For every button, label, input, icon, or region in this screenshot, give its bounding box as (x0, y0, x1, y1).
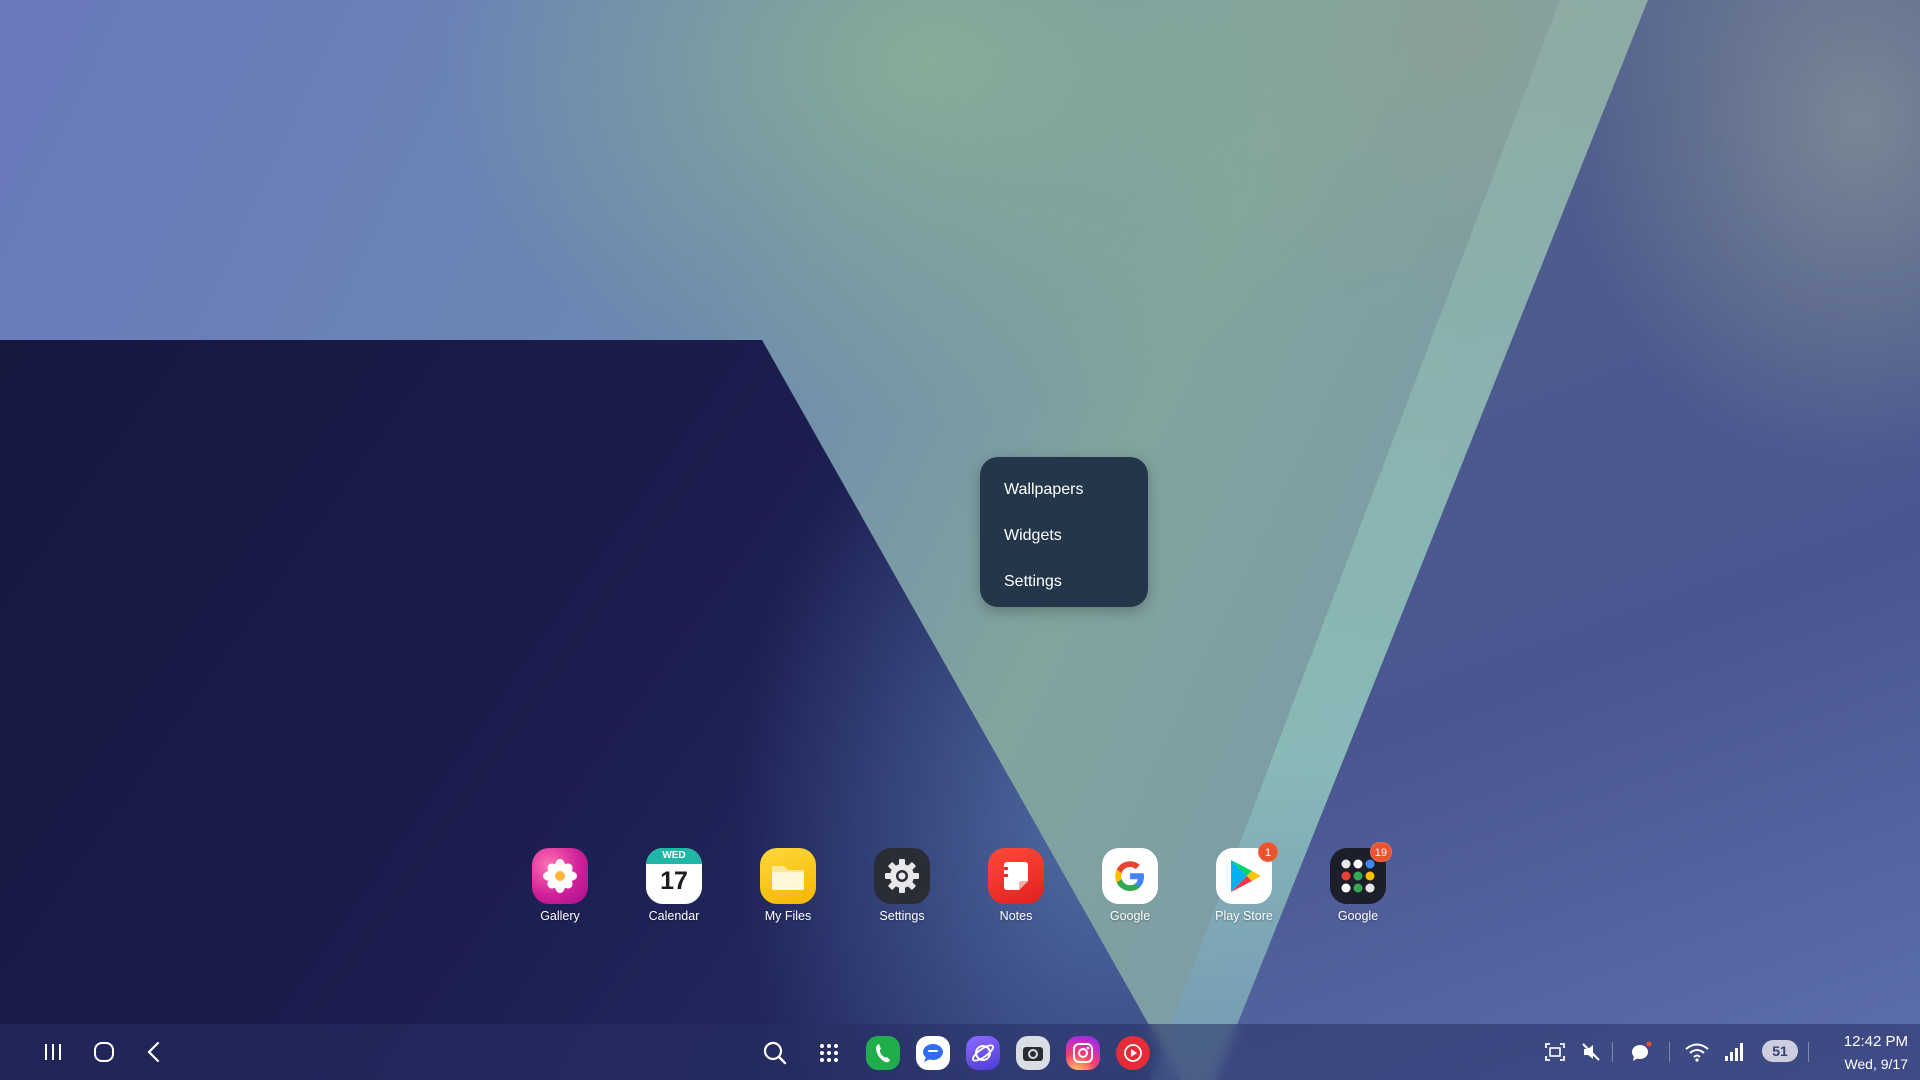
app-label: Play Store (1215, 909, 1273, 923)
recents-button[interactable] (37, 1036, 69, 1068)
clock[interactable]: 12:42 PM Wed, 9/17 (1808, 1032, 1908, 1074)
internet-icon (972, 1044, 994, 1062)
clock-date: Wed, 9/17 (1844, 1056, 1908, 1072)
home-icon (94, 1042, 114, 1062)
app-label: My Files (764, 909, 812, 923)
google-g-icon (1102, 848, 1158, 904)
taskbar-messages[interactable] (916, 1036, 950, 1070)
instagram-icon (1073, 1043, 1093, 1063)
phone-icon (876, 1044, 890, 1063)
app-label: Gallery (540, 909, 580, 923)
app-play-store[interactable]: 1 Play Store (1194, 842, 1294, 928)
taskbar-phone[interactable] (866, 1036, 900, 1070)
app-google[interactable]: Google (1080, 848, 1180, 928)
taskbar-search[interactable] (758, 1036, 792, 1070)
mute-icon (1582, 1043, 1600, 1061)
messages-icon (923, 1044, 943, 1062)
app-label: Notes (999, 909, 1033, 923)
back-icon (147, 1041, 160, 1063)
signal-indicator (1719, 1038, 1747, 1066)
app-label: Calendar (648, 909, 700, 923)
gallery-flower-icon (532, 848, 588, 904)
search-icon (763, 1041, 787, 1065)
clock-time: 12:42 PM (1843, 1033, 1908, 1050)
calendar-day-number: 17 (660, 867, 688, 895)
notification-button[interactable] (1627, 1038, 1655, 1066)
notes-icon (988, 848, 1044, 904)
app-settings[interactable]: Settings (852, 848, 952, 928)
wifi-button[interactable] (1683, 1038, 1711, 1066)
taskbar: 51 12:42 PM Wed, 9/17 (0, 1024, 1920, 1080)
app-label: Google (1109, 909, 1151, 923)
play-store-icon: 1 (1216, 842, 1278, 904)
app-gallery[interactable]: Gallery (510, 848, 610, 928)
menu-item-widgets[interactable]: Widgets (980, 513, 1148, 559)
calendar-icon: WED 17 (646, 848, 702, 904)
home-button[interactable] (88, 1036, 120, 1068)
taskbar-camera[interactable] (1016, 1036, 1050, 1070)
back-button[interactable] (138, 1036, 170, 1068)
signal-icon (1725, 1043, 1743, 1061)
mute-button[interactable] (1577, 1038, 1605, 1066)
google-apps-folder-icon: 19 (1330, 842, 1392, 904)
screen-capture-icon (1545, 1043, 1565, 1061)
wifi-icon (1685, 1043, 1709, 1062)
app-label: Settings (879, 909, 925, 923)
taskbar-internet[interactable] (966, 1036, 1000, 1070)
app-google-folder[interactable]: 19 Google (1308, 842, 1408, 928)
menu-item-settings[interactable]: Settings (980, 559, 1148, 605)
folder-icon (760, 848, 816, 904)
recents-icon (45, 1044, 61, 1060)
battery-indicator: 51 (1762, 1040, 1798, 1062)
notification-badge: 19 (1369, 842, 1392, 862)
app-notes[interactable]: Notes (966, 848, 1066, 928)
youtube-music-icon (1124, 1044, 1142, 1062)
home-app-row: Gallery WED 17 Calendar My Files Setting… (510, 842, 1410, 928)
home-context-menu: Wallpapers Widgets Settings (980, 457, 1148, 607)
notification-icon (1632, 1041, 1652, 1061)
app-calendar[interactable]: WED 17 Calendar (624, 848, 724, 928)
app-drawer-icon (820, 1044, 838, 1062)
notification-badge: 1 (1258, 842, 1278, 862)
taskbar-youtube-music[interactable] (1116, 1036, 1150, 1070)
menu-item-wallpapers[interactable]: Wallpapers (980, 467, 1148, 513)
camera-icon (1023, 1047, 1043, 1061)
taskbar-app-drawer[interactable] (812, 1036, 846, 1070)
gear-icon (874, 848, 930, 904)
calendar-day-name: WED (646, 848, 702, 864)
app-my-files[interactable]: My Files (738, 848, 838, 928)
taskbar-instagram[interactable] (1066, 1036, 1100, 1070)
app-label: Google (1337, 909, 1379, 923)
screen-capture-button[interactable] (1541, 1038, 1569, 1066)
